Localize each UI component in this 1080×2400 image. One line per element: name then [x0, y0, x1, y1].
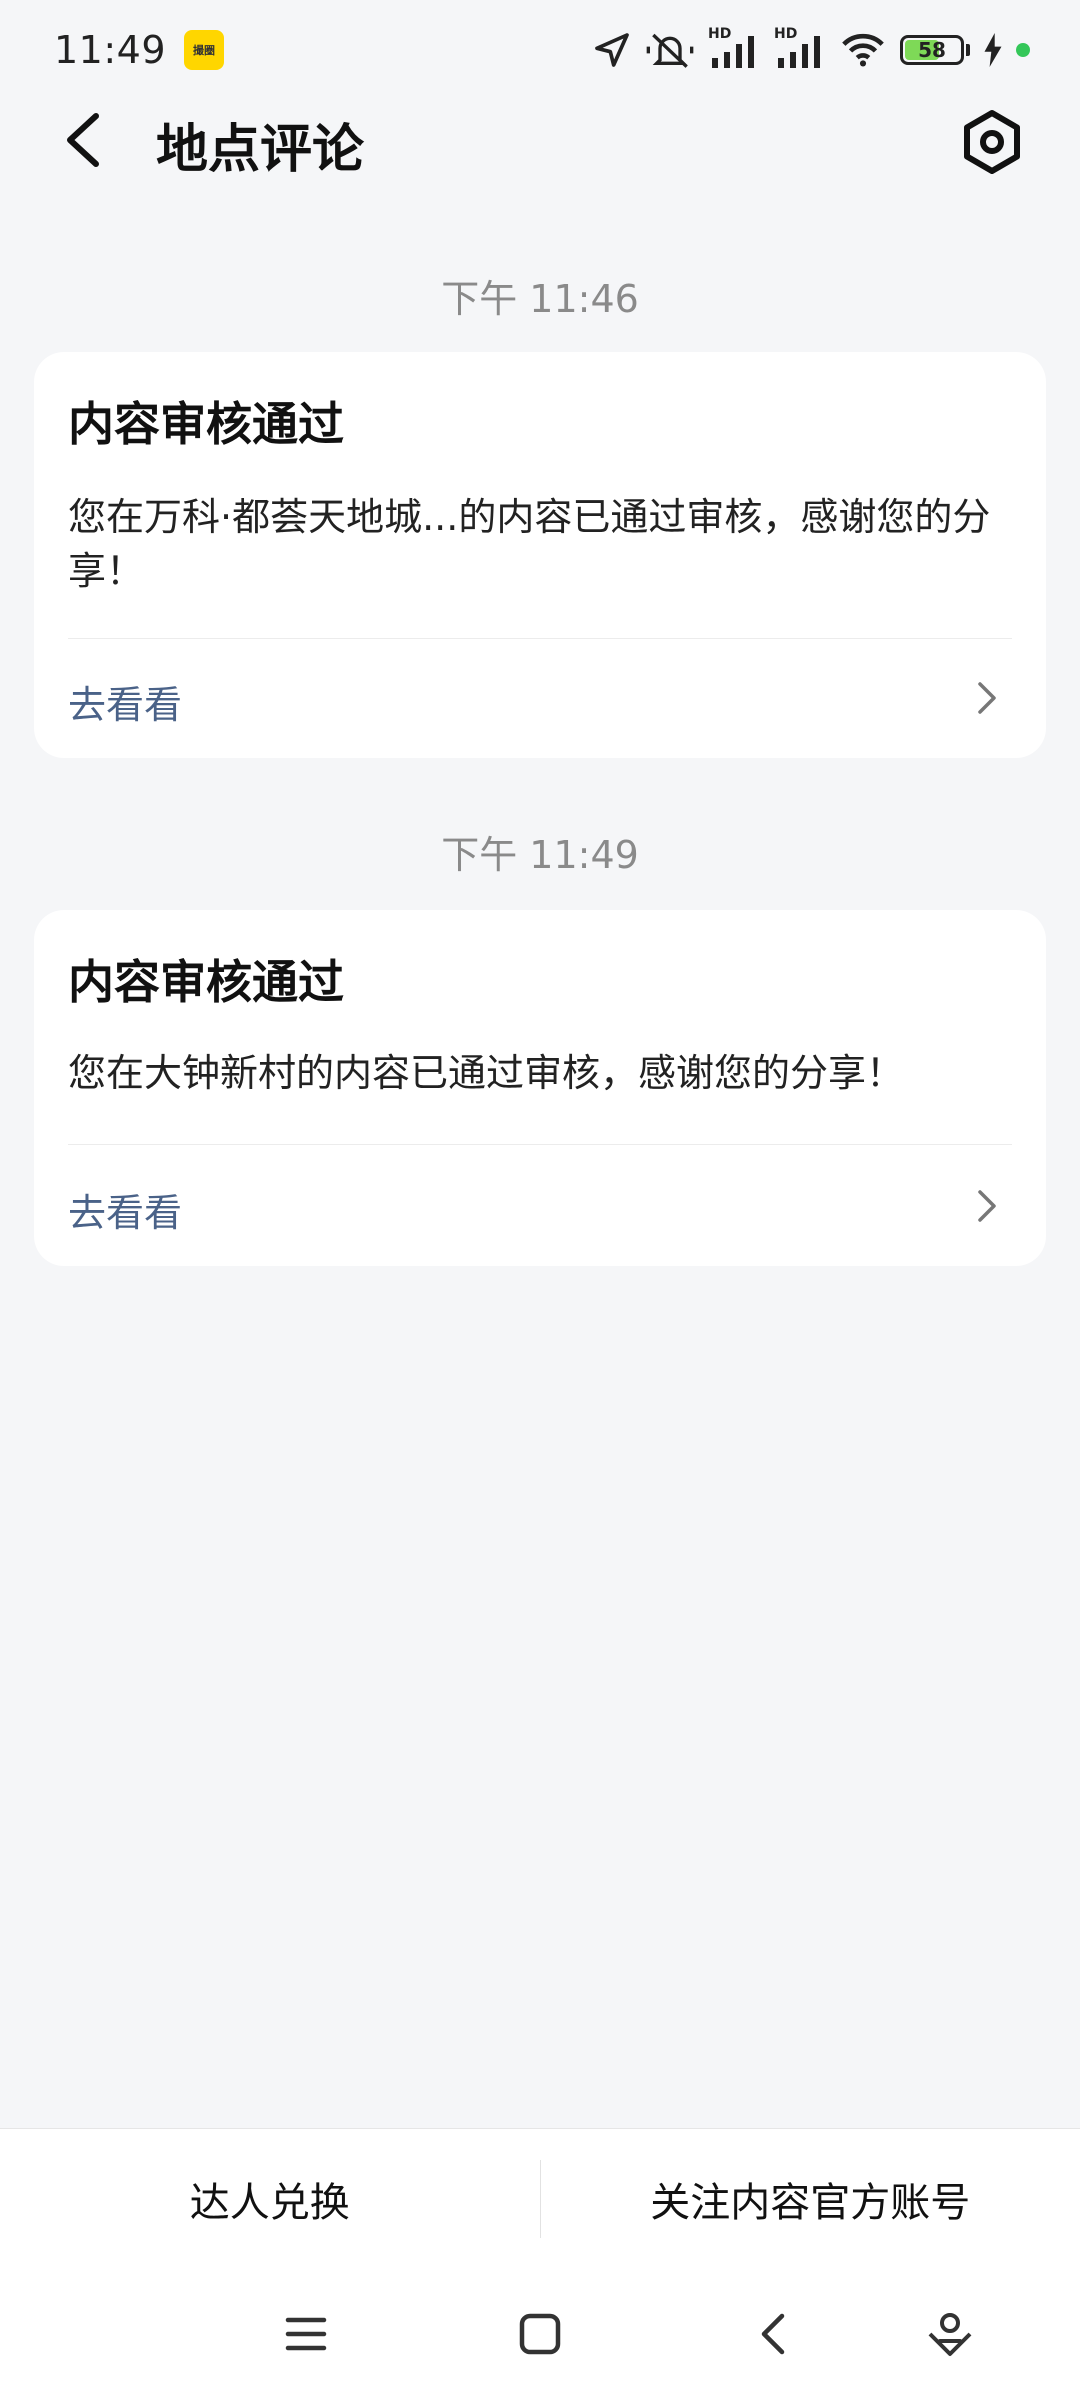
- signal-icon-2: HD: [774, 26, 826, 70]
- expert-exchange-button[interactable]: 达人兑换: [0, 2170, 540, 2228]
- nav-back-icon[interactable]: [748, 2308, 800, 2360]
- menu-icon[interactable]: [280, 2308, 332, 2360]
- message-body: 您在万科·都荟天地城...的内容已通过审核，感谢您的分享！: [68, 495, 991, 593]
- view-link[interactable]: 去看看: [68, 674, 182, 729]
- message-body: 您在大钟新村的内容已通过审核，感谢您的分享！: [68, 1051, 905, 1095]
- status-icons: HD HD 58: [592, 26, 1030, 70]
- system-nav-bar: [0, 2268, 1080, 2400]
- battery-tip: [966, 44, 970, 56]
- app-badge-icon: 撮圈: [184, 30, 225, 70]
- message-title: 内容审核通过: [68, 397, 344, 451]
- settings-icon[interactable]: [958, 108, 1026, 176]
- view-link[interactable]: 去看看: [68, 1182, 182, 1237]
- signal-icon-1: HD: [708, 26, 760, 70]
- wifi-icon: [842, 33, 884, 67]
- chevron-right-icon[interactable]: [972, 1186, 1002, 1226]
- status-bar: 11:49 撮圈 HD HD 58: [0, 0, 1080, 100]
- page-title: 地点评论: [156, 120, 365, 180]
- battery-level: 58: [918, 38, 946, 62]
- follow-official-account-button[interactable]: 关注内容官方账号: [541, 2170, 1080, 2228]
- assistant-icon[interactable]: [924, 2308, 976, 2360]
- message-timestamp: 下午 11:49: [441, 833, 639, 877]
- back-icon[interactable]: [56, 110, 116, 170]
- battery-icon: 58: [900, 35, 964, 65]
- mute-icon: [646, 33, 694, 68]
- home-icon[interactable]: [514, 2308, 566, 2360]
- message-title: 内容审核通过: [68, 955, 344, 1009]
- card-divider: [68, 1144, 1012, 1145]
- charging-icon: [984, 33, 1002, 67]
- chevron-right-icon[interactable]: [972, 678, 1002, 718]
- status-time: 11:49: [54, 28, 167, 72]
- app-badge-text: 撮圈: [193, 44, 216, 57]
- charging-dot: [1016, 43, 1030, 57]
- location-arrow-icon: [595, 33, 629, 67]
- message-timestamp: 下午 11:46: [441, 277, 639, 321]
- card-divider: [68, 638, 1012, 639]
- message-card: 内容审核通过 您在万科·都荟天地城...的内容已通过审核，感谢您的分享！ 去看看: [34, 352, 1046, 758]
- bottom-action-bar: 达人兑换 关注内容官方账号: [0, 2128, 1080, 2268]
- message-card: 内容审核通过 您在大钟新村的内容已通过审核，感谢您的分享！ 去看看: [34, 910, 1046, 1266]
